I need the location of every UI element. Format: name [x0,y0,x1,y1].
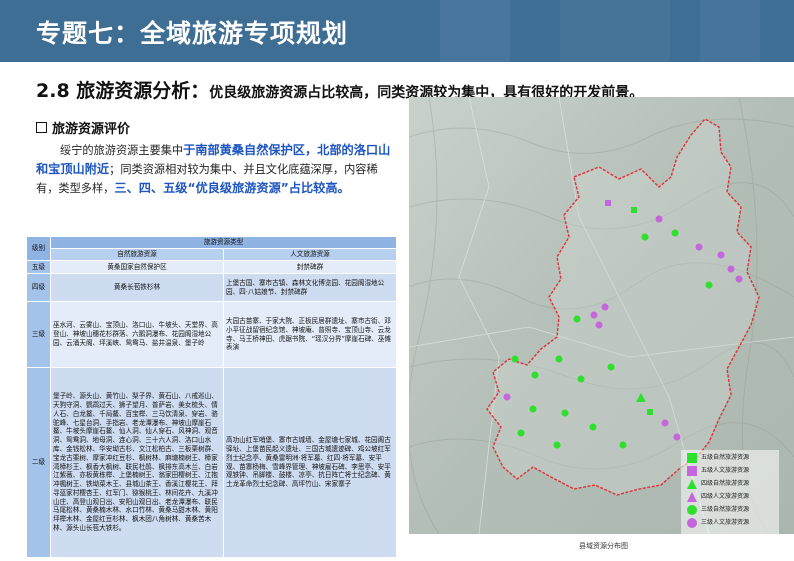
marker [735,275,743,283]
marker [561,409,569,417]
paragraph-text-1: 绥宁的旅游资源主要集中 [60,144,184,157]
legend-item: 四级人文旅游资源 [687,491,749,503]
green-circle-icon [687,504,697,515]
map-caption: 县域资源分布图 [579,542,628,550]
header-bar: 专题七：全域旅游专项规划 [0,0,794,62]
level-cell: 四级 [26,273,51,302]
header-stripe [440,0,510,62]
natural-cell: 巫水河、云雾山、宝顶山、洛口山、牛坡头、天堂界、高登山、神坡山穗花杉群落、六鹅洞… [50,301,224,368]
marker [647,409,653,415]
legend-item: 三级自然旅游资源 [687,504,749,516]
checkbox-bullet-icon [36,122,47,133]
page-title: 专题七：全域旅游专项规划 [36,19,349,48]
cultural-cell: 高功山红军哨堡、寨市古城墙、金屋塘七家城、花园阁古驿址、上堡苗民起义遗址、三国古… [223,367,397,558]
section-title-text: 旅游资源评价 [52,122,131,137]
marker [529,405,537,413]
cultural-cell: 封禁碑群 [223,260,397,274]
marker [577,375,585,383]
marker [595,321,603,329]
level-cell: 三级 [26,301,51,368]
table-row: 三级 巫水河、云雾山、宝顶山、洛口山、牛坡头、天堂界、高登山、神坡山穗花杉群落、… [26,301,397,368]
marker [590,311,598,319]
green-triangle-icon [687,478,697,489]
cultural-cell: 上堡古国、寨市古镇、森林文化博览园、花园阁湿地公园、四·八姑娘节、封禁碑群 [223,273,397,302]
marker [605,200,611,206]
legend-item: 五级人文旅游资源 [687,465,749,477]
purple-square-icon [687,465,697,476]
table-header-natural: 自然旅游资源 [50,248,224,261]
marker [673,433,681,441]
marker [671,229,679,237]
legend-label: 三级人文旅游资源 [701,519,750,526]
marker [695,243,703,251]
legend-label: 四级自然旅游资源 [701,480,750,487]
level-cell: 二级 [26,367,51,558]
table-header-type: 旅游资源类型 [50,236,397,249]
legend-item: 三级人文旅游资源 [687,517,749,529]
marker [503,393,511,401]
legend-label: 四级人文旅游资源 [701,493,750,500]
marker [641,233,649,241]
marker [601,303,609,311]
natural-cell: 堡子岭、源头山、黄竹山、梨子界、黄石山、八戒巡山、天狗守洞、鹦鹉过天、狮子望月、… [50,367,224,558]
table-header-level: 级别 [26,236,51,261]
table-header-cultural: 人文旅游资源 [223,248,397,261]
marker [607,363,615,371]
legend-label: 五级自然旅游资源 [701,454,750,461]
marker [655,215,663,223]
resource-table: 级别 旅游资源类型 自然旅游资源 人文旅游资源 五级 黄桑国家自然保护区 封禁碑… [26,236,397,558]
level-cell: 五级 [26,260,51,274]
map-legend: 五级自然旅游资源 五级人文旅游资源 四级自然旅游资源 四级人文旅游资源 三级自然… [681,450,779,535]
table-row: 五级 黄桑国家自然保护区 封禁碑群 [26,260,397,274]
natural-cell: 黄桑国家自然保护区 [50,260,224,274]
marker [517,429,525,437]
subheading-number-title: 2.8 旅游资源分析： [36,80,210,102]
header-stripe [700,0,760,62]
marker [531,371,539,379]
purple-circle-icon [687,517,697,528]
green-square-icon [687,452,697,463]
marker [555,355,563,363]
marker [717,251,725,259]
natural-cell: 黄桑长苞铁杉林 [50,273,224,302]
table-row: 二级 堡子岭、源头山、黄竹山、梨子界、黄石山、八戒巡山、天狗守洞、鹦鹉过天、狮子… [26,367,397,558]
marker [631,207,637,213]
marker [705,281,713,289]
table-row: 四级 黄桑长苞铁杉林 上堡古国、寨市古镇、森林文化博览园、花园阁湿地公园、四·八… [26,273,397,302]
purple-triangle-icon [687,491,697,502]
marker [589,423,597,431]
marker [573,315,581,323]
evaluation-paragraph: 绥宁的旅游资源主要集中于南部黄桑自然保护区，北部的洛口山和宝顶山附近；同类资源相… [36,141,396,198]
cultural-cell: 大园古苗寨、于家大院、正板民居群遗址、寨市古街、邓小平征战留宿纪念馆、神坡庵、普… [223,301,397,368]
section-title: 旅游资源评价 [36,118,130,137]
paragraph-highlight-2: 三、四、五级“优良级旅游资源”占比较高。 [114,181,350,195]
marker [553,441,561,449]
marker [661,419,669,427]
legend-item: 五级自然旅游资源 [687,452,749,464]
header-stripe [560,0,670,62]
marker [727,265,735,273]
marker [619,441,627,449]
legend-label: 五级人文旅游资源 [701,467,750,474]
legend-label: 三级自然旅游资源 [701,506,750,513]
legend-item: 四级自然旅游资源 [687,478,749,490]
marker [511,355,519,363]
